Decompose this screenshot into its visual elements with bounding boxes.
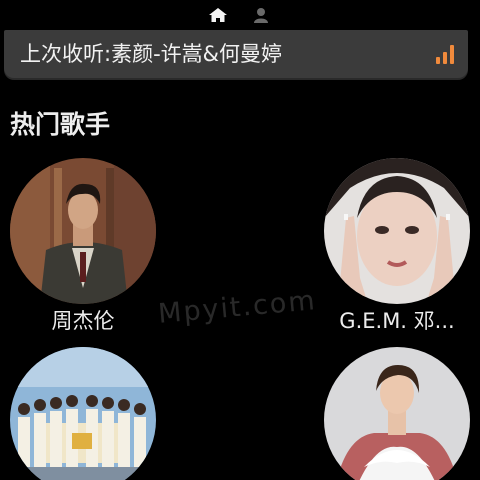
artist-name: G.E.M. 邓... [339,309,455,333]
app-screen: 上次收听:素颜-许嵩&何曼婷 热门歌手 周杰伦 G.E.M. 邓... Mpyi… [0,0,480,480]
section-title: 热门歌手 [10,110,111,139]
artist-card[interactable] [324,347,470,480]
artist-card[interactable] [10,347,156,480]
audio-bars-icon [434,44,458,64]
home-icon[interactable] [208,7,228,23]
last-played-bar[interactable]: 上次收听:素颜-许嵩&何曼婷 [4,30,468,78]
user-icon[interactable] [252,7,270,23]
watermark: Mpyit.com [156,285,318,330]
artist-avatar[interactable] [324,158,470,304]
artist-avatar[interactable] [10,158,156,304]
artist-name: 周杰伦 [51,309,115,333]
artist-card[interactable]: G.E.M. 邓... [324,158,470,333]
artist-avatar[interactable] [324,347,470,480]
artist-avatar[interactable] [10,347,156,480]
artist-card[interactable]: 周杰伦 [10,158,156,333]
page-indicator [0,7,480,25]
last-played-text: 上次收听:素颜-许嵩&何曼婷 [20,42,283,66]
